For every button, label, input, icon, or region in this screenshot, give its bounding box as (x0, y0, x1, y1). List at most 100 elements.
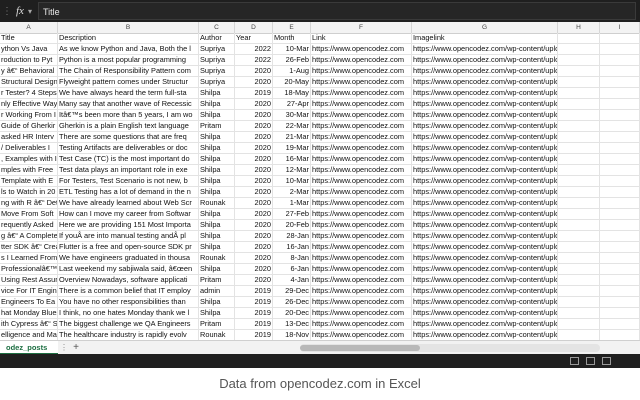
cell-link[interactable]: https://www.opencodez.com (311, 253, 412, 263)
empty-cell[interactable] (558, 165, 600, 175)
empty-cell[interactable] (600, 209, 640, 219)
cell-link[interactable]: https://www.opencodez.com (311, 308, 412, 318)
cell-month[interactable]: 1-Mar (273, 198, 311, 208)
cell-title[interactable]: , Examples with I (0, 154, 58, 164)
normal-view-icon[interactable] (570, 357, 579, 365)
cell-imagelink[interactable]: https://www.opencodez.com/wp-content/upl… (412, 286, 558, 296)
cell-year[interactable]: 2020 (235, 198, 273, 208)
cell-link[interactable]: https://www.opencodez.com (311, 198, 412, 208)
cell-title[interactable]: roduction to Pyt (0, 55, 58, 65)
cell-description[interactable]: ETL Testing has a lot of demand in the n (58, 187, 199, 197)
cell-description[interactable]: As we know Python and Java, Both the l (58, 44, 199, 54)
cell-year[interactable]: 2020 (235, 121, 273, 131)
cell-title[interactable]: ls to Watch in 20 (0, 187, 58, 197)
column-header-f[interactable]: F (311, 22, 412, 33)
cell-month[interactable]: 30-Mar (273, 110, 311, 120)
cell-link[interactable]: https://www.opencodez.com (311, 88, 412, 98)
cell-year[interactable]: 2020 (235, 275, 273, 285)
cell-description[interactable]: How can I move my career from Softwar (58, 209, 199, 219)
cell-author[interactable]: Shilpa (199, 209, 235, 219)
empty-cell[interactable] (558, 286, 600, 296)
empty-cell[interactable] (600, 44, 640, 54)
empty-cell[interactable] (600, 154, 640, 164)
cell-title[interactable]: r Tester? 4 Steps (0, 88, 58, 98)
cell-imagelink[interactable]: https://www.opencodez.com/wp-content/upl… (412, 88, 558, 98)
cell-year[interactable]: 2022 (235, 44, 273, 54)
cell-title[interactable]: Professionalâ€™s (0, 264, 58, 274)
cell-year[interactable]: 2019 (235, 88, 273, 98)
empty-cell[interactable] (558, 242, 600, 252)
empty-cell[interactable] (558, 231, 600, 241)
cell-description[interactable]: If youÂ are into manual testing andÂ pl (58, 231, 199, 241)
header-cell-link[interactable]: Link (311, 33, 412, 43)
empty-cell[interactable] (558, 143, 600, 153)
empty-cell[interactable] (600, 132, 640, 142)
cell-title[interactable]: vice For IT Engine (0, 286, 58, 296)
cell-link[interactable]: https://www.opencodez.com (311, 110, 412, 120)
cell-description[interactable]: You have no other responsibilities than (58, 297, 199, 307)
cell-title[interactable]: g â€“ A Complete (0, 231, 58, 241)
cell-title[interactable]: r Working From I (0, 110, 58, 120)
cell-month[interactable]: 18-Nov (273, 330, 311, 340)
cell-imagelink[interactable]: https://www.opencodez.com/wp-content/upl… (412, 253, 558, 263)
cell-author[interactable]: Shilpa (199, 264, 235, 274)
cell-imagelink[interactable]: https://www.opencodez.com/wp-content/upl… (412, 99, 558, 109)
cell-month[interactable]: 16-Jan (273, 242, 311, 252)
empty-cell[interactable] (558, 66, 600, 76)
empty-cell[interactable] (558, 132, 600, 142)
cell-title[interactable]: Guide of Gherkir (0, 121, 58, 131)
cell-author[interactable]: Pritam (199, 319, 235, 329)
cell-link[interactable]: https://www.opencodez.com (311, 132, 412, 142)
empty-cell[interactable] (558, 77, 600, 87)
cell-year[interactable]: 2020 (235, 187, 273, 197)
cell-title[interactable]: ng with R â€“ Deta (0, 198, 58, 208)
cell-month[interactable]: 21-Mar (273, 132, 311, 142)
cell-month[interactable]: 20-May (273, 77, 311, 87)
cell-imagelink[interactable]: https://www.opencodez.com/wp-content/upl… (412, 121, 558, 131)
cell-month[interactable]: 18-May (273, 88, 311, 98)
cell-imagelink[interactable]: https://www.opencodez.com/wp-content/upl… (412, 66, 558, 76)
empty-cell[interactable] (558, 297, 600, 307)
cell-imagelink[interactable]: https://www.opencodez.com/wp-content/upl… (412, 330, 558, 340)
cell-description[interactable]: We have already learned about Web Scr (58, 198, 199, 208)
empty-cell[interactable] (600, 187, 640, 197)
cell-imagelink[interactable]: https://www.opencodez.com/wp-content/upl… (412, 209, 558, 219)
cell-description[interactable]: Itâ€™s been more than 5 years, I am wo (58, 110, 199, 120)
empty-cell[interactable] (600, 220, 640, 230)
header-cell-year[interactable]: Year (235, 33, 273, 43)
cell-link[interactable]: https://www.opencodez.com (311, 319, 412, 329)
cell-month[interactable]: 28-Jan (273, 231, 311, 241)
cell-description[interactable]: I think, no one hates Monday thank we l (58, 308, 199, 318)
empty-cell[interactable] (558, 308, 600, 318)
cell-title[interactable]: asked HR Interv (0, 132, 58, 142)
cell-link[interactable]: https://www.opencodez.com (311, 44, 412, 54)
cell-link[interactable]: https://www.opencodez.com (311, 264, 412, 274)
cell-author[interactable]: Shilpa (199, 176, 235, 186)
cell-description[interactable]: Flyweight pattern comes under Structur (58, 77, 199, 87)
insert-function-button[interactable]: fx (14, 5, 26, 17)
empty-cell[interactable] (600, 275, 640, 285)
cell-link[interactable]: https://www.opencodez.com (311, 165, 412, 175)
header-cell-title[interactable]: Title (0, 33, 58, 43)
cell-month[interactable]: 19-Mar (273, 143, 311, 153)
empty-cell[interactable] (600, 308, 640, 318)
header-cell-month[interactable]: Month (273, 33, 311, 43)
cell-link[interactable]: https://www.opencodez.com (311, 143, 412, 153)
cell-link[interactable]: https://www.opencodez.com (311, 187, 412, 197)
empty-cell[interactable] (600, 88, 640, 98)
cell-title[interactable]: mples with Free (0, 165, 58, 175)
cell-year[interactable]: 2020 (235, 242, 273, 252)
cell-year[interactable]: 2020 (235, 99, 273, 109)
cell-imagelink[interactable]: https://www.opencodez.com/wp-content/upl… (412, 154, 558, 164)
formula-input[interactable]: Title (37, 2, 636, 20)
scrollbar-thumb[interactable] (300, 345, 420, 351)
cell-imagelink[interactable]: https://www.opencodez.com/wp-content/upl… (412, 319, 558, 329)
cell-imagelink[interactable]: https://www.opencodez.com/wp-content/upl… (412, 132, 558, 142)
cell-description[interactable]: Flutter is a free and open-source SDK pr (58, 242, 199, 252)
header-cell-author[interactable]: Author (199, 33, 235, 43)
cell-year[interactable]: 2020 (235, 264, 273, 274)
cell-title[interactable]: nly Effective Ways (0, 99, 58, 109)
cell-description[interactable]: The Chain of Responsibility Pattern com (58, 66, 199, 76)
empty-cell[interactable] (558, 176, 600, 186)
cell-year[interactable]: 2020 (235, 253, 273, 263)
